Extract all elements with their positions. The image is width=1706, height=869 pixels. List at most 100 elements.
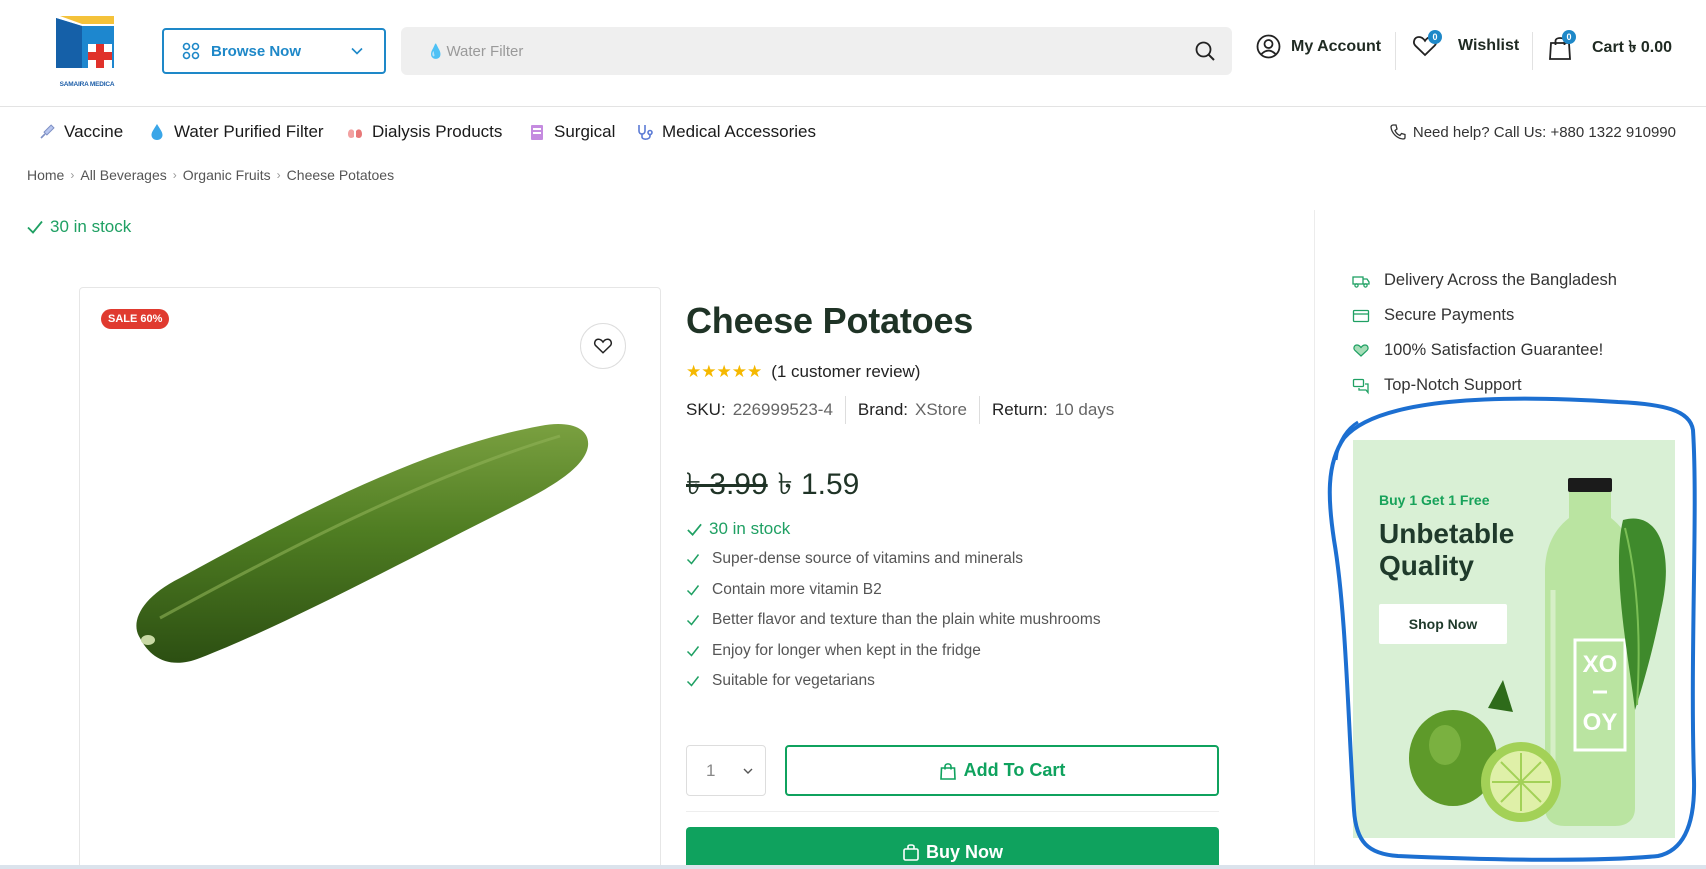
brand-value[interactable]: XStore bbox=[915, 400, 967, 420]
wishlist-link[interactable]: 0 Wishlist bbox=[1412, 30, 1520, 58]
breadcrumb-separator-icon: › bbox=[276, 168, 281, 182]
browse-now-label: Browse Now bbox=[211, 42, 302, 60]
check-icon bbox=[686, 615, 700, 626]
cart-label: Cart ৳ 0.00 bbox=[1592, 39, 1673, 56]
add-to-cart-button[interactable]: Add To Cart bbox=[785, 745, 1219, 796]
breadcrumb-current: Cheese Potatoes bbox=[286, 167, 395, 183]
breadcrumb-separator-icon: › bbox=[172, 168, 177, 182]
chat-icon bbox=[1352, 378, 1369, 394]
bottle-label-top: XO bbox=[1583, 651, 1618, 678]
feature-text: Enjoy for longer when kept in the fridge bbox=[712, 641, 981, 659]
chevron-down-icon bbox=[743, 768, 753, 774]
feature-item: Better flavor and texture than the plain… bbox=[686, 605, 1226, 636]
sku-value: 226999523-4 bbox=[732, 400, 833, 419]
nav-item-vaccine[interactable]: Vaccine bbox=[38, 122, 123, 142]
product-title: Cheese Potatoes bbox=[686, 300, 974, 341]
nav-item-label: Surgical bbox=[554, 122, 616, 141]
quantity-select[interactable]: 1 bbox=[686, 745, 766, 796]
search-bar: 💧 bbox=[401, 27, 1232, 75]
my-account-link[interactable]: My Account bbox=[1256, 34, 1381, 59]
site-logo[interactable]: SAMAIRA MEDICA bbox=[52, 14, 122, 88]
check-icon bbox=[686, 676, 700, 687]
divider bbox=[1395, 32, 1396, 70]
stock-text: 30 in stock bbox=[709, 519, 791, 538]
add-to-wishlist-button[interactable] bbox=[580, 323, 626, 369]
help-text: Need help? Call Us: +880 1322 910990 bbox=[1412, 123, 1676, 141]
category-nav: Vaccine Water Purified Filter Dialysis P… bbox=[0, 108, 1706, 156]
cart-link[interactable]: 0 Cart ৳ 0.00 bbox=[1548, 29, 1673, 61]
search-icon[interactable] bbox=[1194, 40, 1216, 62]
stock-status-top: 30 in stock bbox=[26, 217, 131, 237]
breadcrumb-item[interactable]: Organic Fruits bbox=[183, 167, 271, 183]
nav-item-surgical[interactable]: Surgical bbox=[528, 122, 615, 142]
divider bbox=[686, 811, 1219, 812]
check-icon bbox=[686, 584, 700, 596]
perk-item: Top-Notch Support bbox=[1352, 368, 1617, 403]
feature-item: Suitable for vegetarians bbox=[686, 666, 1226, 697]
perk-label: Delivery Across the Bangladesh bbox=[1384, 271, 1617, 289]
feature-text: Super-dense source of vitamins and miner… bbox=[712, 550, 1024, 568]
logo-mark-icon bbox=[56, 16, 114, 68]
review-count-link[interactable]: (1 customer review) bbox=[771, 362, 920, 382]
nav-item-dialysis-products[interactable]: Dialysis Products bbox=[346, 122, 502, 142]
shop-now-button[interactable]: Shop Now bbox=[1379, 604, 1507, 644]
divider bbox=[1532, 32, 1533, 70]
feature-text: Suitable for vegetarians bbox=[712, 672, 875, 690]
sale-badge: SALE 60% bbox=[101, 309, 170, 329]
product-image-card: SALE 60% bbox=[79, 287, 661, 869]
stock-status: 30 in stock bbox=[686, 519, 1226, 539]
perk-item: Secure Payments bbox=[1352, 298, 1617, 333]
breadcrumb-home[interactable]: Home bbox=[27, 167, 64, 183]
shopping-bag-icon bbox=[939, 762, 956, 780]
water-drop-icon bbox=[151, 124, 163, 140]
search-input[interactable] bbox=[446, 42, 1147, 60]
cart-count-badge: 0 bbox=[1562, 29, 1576, 44]
nav-item-water-purified-filter[interactable]: Water Purified Filter bbox=[148, 122, 324, 142]
help-contact[interactable]: Need help? Call Us: +880 1322 910990 bbox=[1389, 123, 1676, 141]
breadcrumb: Home › All Beverages › Organic Fruits › … bbox=[27, 167, 394, 183]
return-label: Return: bbox=[991, 400, 1048, 419]
heart-hand-icon bbox=[1353, 343, 1369, 357]
heart-icon bbox=[593, 338, 613, 354]
clipboard-icon bbox=[531, 125, 543, 140]
water-drop-icon: 💧 bbox=[427, 42, 445, 59]
buy-now-label: Buy Now bbox=[925, 841, 1003, 862]
os-taskbar-edge bbox=[0, 865, 1706, 869]
card-icon bbox=[1352, 309, 1370, 322]
chevron-down-icon bbox=[351, 47, 363, 55]
price-row: ৳ 3.99 ৳ 1.59 bbox=[686, 460, 1226, 511]
browse-now-button[interactable]: Browse Now bbox=[162, 28, 386, 74]
bottle-label-bottom: OY bbox=[1583, 709, 1618, 736]
product-meta: SKU: 226999523-4 Brand: XStore Return: 1… bbox=[686, 396, 1226, 424]
wishlist-icon-wrap: 0 bbox=[1412, 30, 1442, 58]
promo-subtitle: Buy 1 Get 1 Free bbox=[1379, 492, 1490, 508]
perk-label: 100% Satisfaction Guarantee! bbox=[1384, 341, 1604, 359]
perk-label: Top-Notch Support bbox=[1384, 376, 1522, 394]
stock-text: 30 in stock bbox=[50, 217, 132, 236]
nav-item-medical-accessories[interactable]: Medical Accessories bbox=[636, 122, 816, 142]
star-rating-icon[interactable]: ★★★★★ bbox=[686, 362, 762, 382]
feature-list: Super-dense source of vitamins and miner… bbox=[686, 544, 1226, 697]
check-icon bbox=[687, 523, 702, 536]
wishlist-label: Wishlist bbox=[1458, 37, 1520, 54]
truck-icon bbox=[1352, 275, 1370, 288]
quantity-value: 1 bbox=[706, 760, 716, 780]
perk-label: Secure Payments bbox=[1384, 306, 1515, 324]
buy-now-button[interactable]: Buy Now bbox=[686, 827, 1219, 869]
feature-item: Enjoy for longer when kept in the fridge bbox=[686, 636, 1226, 667]
add-to-cart-label: Add To Cart bbox=[963, 760, 1066, 780]
phone-icon bbox=[1390, 124, 1406, 140]
feature-item: Contain more vitamin B2 bbox=[686, 575, 1226, 606]
logo-text: SAMAIRA MEDICA bbox=[59, 81, 115, 88]
old-price: ৳ 3.99 bbox=[686, 468, 768, 501]
feature-text: Contain more vitamin B2 bbox=[712, 580, 882, 598]
brand-label: Brand: bbox=[857, 400, 908, 419]
breadcrumb-item[interactable]: All Beverages bbox=[80, 167, 166, 183]
sku-label: SKU: bbox=[686, 400, 726, 419]
nav-item-label: Water Purified Filter bbox=[174, 122, 324, 141]
breadcrumb-separator-icon: › bbox=[70, 168, 75, 182]
promo-banner[interactable]: XO OY Buy 1 Get 1 Free Unbetable Quality… bbox=[1353, 440, 1675, 838]
sidebar-divider bbox=[1314, 210, 1315, 869]
check-icon bbox=[686, 645, 700, 657]
product-image[interactable] bbox=[120, 408, 600, 688]
